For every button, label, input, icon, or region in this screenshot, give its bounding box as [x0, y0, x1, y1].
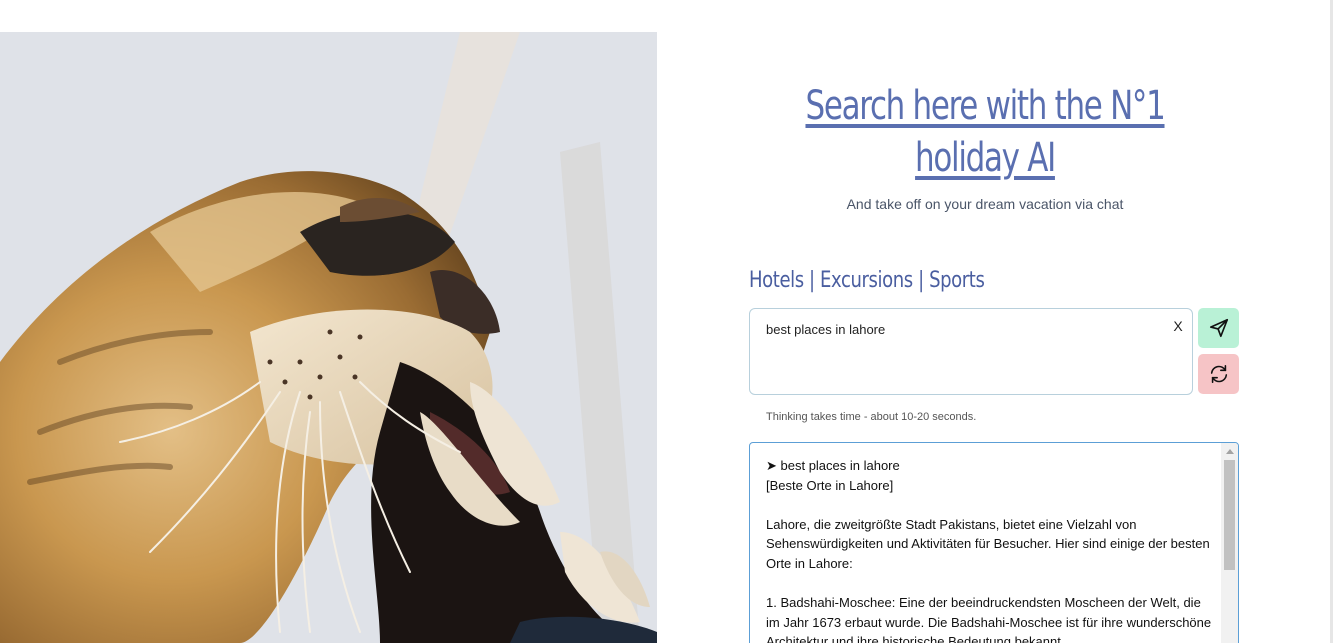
scroll-thumb[interactable] [1224, 460, 1235, 570]
answer-panel[interactable]: ➤ best places in lahore [Beste Orte in L… [749, 442, 1239, 643]
send-icon [1209, 318, 1228, 338]
reset-button[interactable] [1198, 354, 1239, 394]
answer-text: ➤ best places in lahore [Beste Orte in L… [766, 458, 1212, 643]
thinking-hint: Thinking takes time - about 10-20 second… [766, 411, 977, 423]
clear-search-button[interactable]: X [1170, 318, 1186, 334]
page-title-link[interactable]: Search here with the N°1 holiday AI [792, 80, 1179, 184]
category-sports[interactable]: Sports [929, 268, 985, 293]
category-links: Hotels | Excursions | Sports [749, 268, 985, 293]
refresh-icon [1210, 364, 1227, 384]
answer-scrollbar[interactable] [1221, 443, 1238, 643]
category-separator: | [803, 268, 821, 293]
page-subtitle: And take off on your dream vacation via … [846, 196, 1124, 212]
category-excursions[interactable]: Excursions [820, 268, 913, 293]
scroll-up-arrow-icon[interactable] [1221, 443, 1238, 459]
lion-photo-illustration [0, 32, 657, 643]
search-input[interactable] [766, 322, 1156, 337]
category-separator: | [912, 268, 930, 293]
send-button[interactable] [1198, 308, 1239, 348]
category-hotels[interactable]: Hotels [749, 268, 804, 293]
search-box: X [749, 308, 1193, 395]
hero-image-lion [0, 32, 657, 643]
